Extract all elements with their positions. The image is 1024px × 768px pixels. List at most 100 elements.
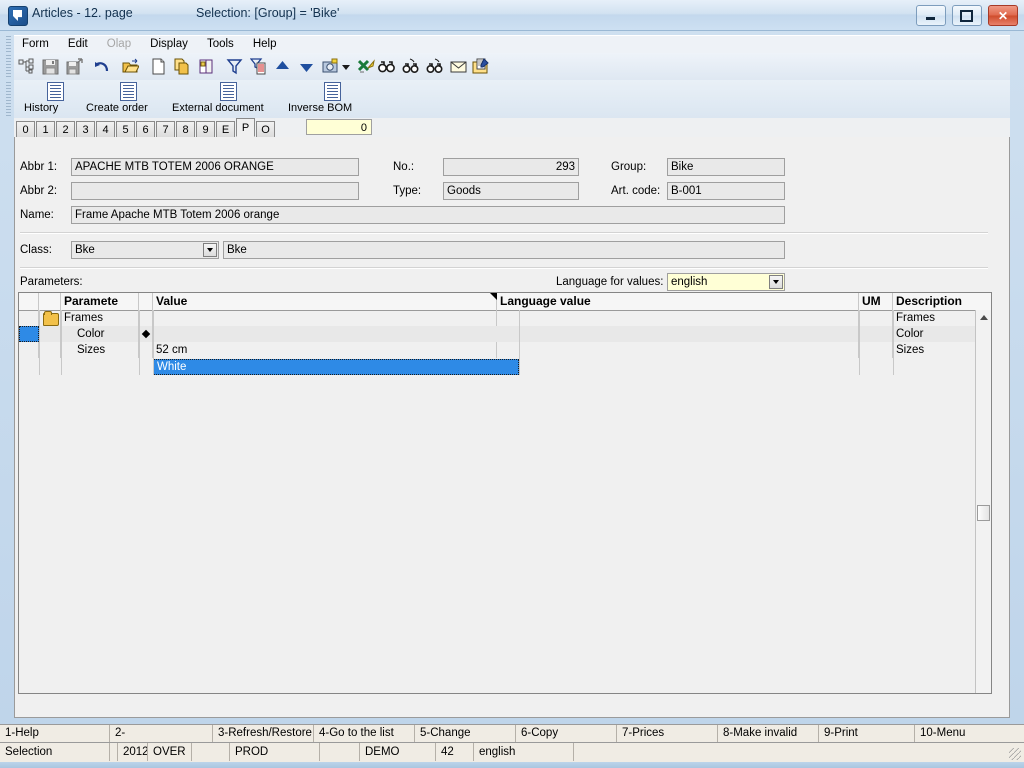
- row-language-value-cell[interactable]: [497, 342, 859, 358]
- page-counter-field[interactable]: 0: [306, 119, 372, 135]
- table-row[interactable]: Color White Color: [19, 326, 991, 375]
- menu-item-tools[interactable]: Tools: [199, 36, 242, 52]
- edit-document-icon[interactable]: [470, 56, 491, 77]
- menu-item-display[interactable]: Display: [142, 36, 196, 52]
- toolbar-primary-grip[interactable]: [6, 55, 11, 78]
- scroll-up-icon[interactable]: [976, 310, 991, 324]
- grid-header-flag[interactable]: [139, 293, 153, 310]
- row-description-cell[interactable]: Frames: [893, 310, 977, 326]
- row-um-cell[interactable]: [859, 310, 893, 326]
- table-row[interactable]: Frames Frames: [19, 310, 991, 326]
- undo-icon[interactable]: [92, 56, 113, 77]
- tab-0[interactable]: 0: [16, 121, 35, 137]
- fkey-5-change[interactable]: 5-Change: [415, 725, 516, 742]
- camera-icon[interactable]: [320, 56, 341, 77]
- name-field[interactable]: Frame Apache MTB Totem 2006 orange: [71, 206, 785, 224]
- tree-structure-icon[interactable]: [16, 56, 37, 77]
- class-description-field[interactable]: Bke: [223, 241, 785, 259]
- tab-e[interactable]: E: [216, 121, 235, 137]
- menu-item-help[interactable]: Help: [245, 36, 285, 52]
- grid-header-description[interactable]: Description: [893, 293, 977, 310]
- fkey-6-copy[interactable]: 6-Copy: [516, 725, 617, 742]
- class-combo[interactable]: Bke: [71, 241, 219, 259]
- mail-icon[interactable]: [448, 56, 469, 77]
- dropdown-arrow-icon[interactable]: [340, 56, 352, 77]
- grid-header-language-value[interactable]: Language value: [497, 293, 859, 310]
- row-description-cell[interactable]: Color: [893, 326, 977, 342]
- fkey-1-help[interactable]: 1-Help: [0, 725, 110, 742]
- row-description-cell[interactable]: Sizes: [893, 342, 977, 358]
- find-next-icon[interactable]: [400, 56, 421, 77]
- fkey-4-go-to-the-list[interactable]: 4-Go to the list: [314, 725, 415, 742]
- menubar-grip[interactable]: [6, 36, 11, 52]
- save-icon[interactable]: [40, 56, 61, 77]
- row-value-cell-selected[interactable]: White: [153, 359, 519, 375]
- toolbar-secondary-grip[interactable]: [6, 82, 11, 116]
- row-value-cell[interactable]: [153, 310, 497, 326]
- tab-2[interactable]: 2: [56, 121, 75, 137]
- fkey-9-print[interactable]: 9-Print: [819, 725, 915, 742]
- parameters-grid[interactable]: Paramete Value Language value UM Descrip…: [18, 292, 992, 694]
- chevron-down-icon[interactable]: [769, 275, 783, 289]
- tab-1[interactable]: 1: [36, 121, 55, 137]
- inverse-bom-button[interactable]: Inverse BOM: [288, 82, 376, 114]
- save-as-icon[interactable]: [64, 56, 85, 77]
- resize-gripper[interactable]: [1009, 748, 1021, 760]
- row-language-value-cell[interactable]: [497, 310, 859, 326]
- tab-5[interactable]: 5: [116, 121, 135, 137]
- filter-list-icon[interactable]: [248, 56, 269, 77]
- selected-row-marker[interactable]: [19, 326, 39, 342]
- art-code-field[interactable]: B-001: [667, 182, 785, 200]
- abbr1-field[interactable]: APACHE MTB TOTEM 2006 ORANGE: [71, 158, 359, 176]
- fkey-3-refresh[interactable]: 3-Refresh/Restore: [213, 725, 314, 742]
- row-um-cell[interactable]: [859, 326, 893, 342]
- tab-6[interactable]: 6: [136, 121, 155, 137]
- row-parameter-cell[interactable]: Color: [61, 326, 139, 342]
- grid-header-value[interactable]: Value: [153, 293, 497, 310]
- row-marker-cell[interactable]: [19, 310, 39, 326]
- export-icon[interactable]: [356, 56, 377, 77]
- fkey-7-prices[interactable]: 7-Prices: [617, 725, 718, 742]
- tab-8[interactable]: 8: [176, 121, 195, 137]
- scrollbar-thumb[interactable]: [977, 505, 990, 521]
- row-flag-cell[interactable]: [139, 326, 153, 342]
- minimize-button[interactable]: [915, 5, 946, 26]
- type-field[interactable]: Goods: [443, 182, 579, 200]
- no-field[interactable]: 293: [443, 158, 579, 176]
- copy-icon[interactable]: [172, 56, 193, 77]
- abbr2-field[interactable]: [71, 182, 359, 200]
- fkey-8-make-invalid[interactable]: 8-Make invalid: [718, 725, 819, 742]
- fkey-2[interactable]: 2-: [110, 725, 213, 742]
- tab-p[interactable]: P: [236, 118, 255, 137]
- chevron-down-icon[interactable]: [203, 243, 217, 257]
- row-value-cell[interactable]: 52 cm: [153, 342, 497, 358]
- fkey-10-menu[interactable]: 10-Menu: [915, 725, 1024, 742]
- grid-header-icon[interactable]: [39, 293, 61, 310]
- find-icon[interactable]: [376, 56, 397, 77]
- grid-header-um[interactable]: UM: [859, 293, 893, 310]
- language-for-values-combo[interactable]: english: [667, 273, 785, 291]
- grid-header-marker[interactable]: [19, 293, 39, 310]
- row-marker-cell[interactable]: [19, 342, 39, 358]
- row-flag-cell[interactable]: [139, 310, 153, 326]
- open-folder-icon[interactable]: [120, 56, 141, 77]
- group-field[interactable]: Bike: [667, 158, 785, 176]
- menu-item-edit[interactable]: Edit: [60, 36, 96, 52]
- row-um-cell[interactable]: [859, 342, 893, 358]
- row-language-value-cell[interactable]: [519, 326, 859, 342]
- create-order-button[interactable]: Create order: [86, 82, 170, 114]
- history-button[interactable]: History: [24, 82, 86, 114]
- find-prev-icon[interactable]: [424, 56, 445, 77]
- new-document-icon[interactable]: [148, 56, 169, 77]
- tab-9[interactable]: 9: [196, 121, 215, 137]
- row-parameter-cell[interactable]: Frames: [61, 310, 139, 326]
- book-icon[interactable]: [196, 56, 217, 77]
- move-up-icon[interactable]: [272, 56, 293, 77]
- tab-7[interactable]: 7: [156, 121, 175, 137]
- filter-icon[interactable]: [224, 56, 245, 77]
- row-parameter-cell[interactable]: Sizes: [61, 342, 139, 358]
- row-flag-cell[interactable]: [139, 342, 153, 358]
- tab-4[interactable]: 4: [96, 121, 115, 137]
- external-document-button[interactable]: External document: [172, 82, 284, 114]
- grid-vertical-scrollbar[interactable]: [975, 310, 991, 693]
